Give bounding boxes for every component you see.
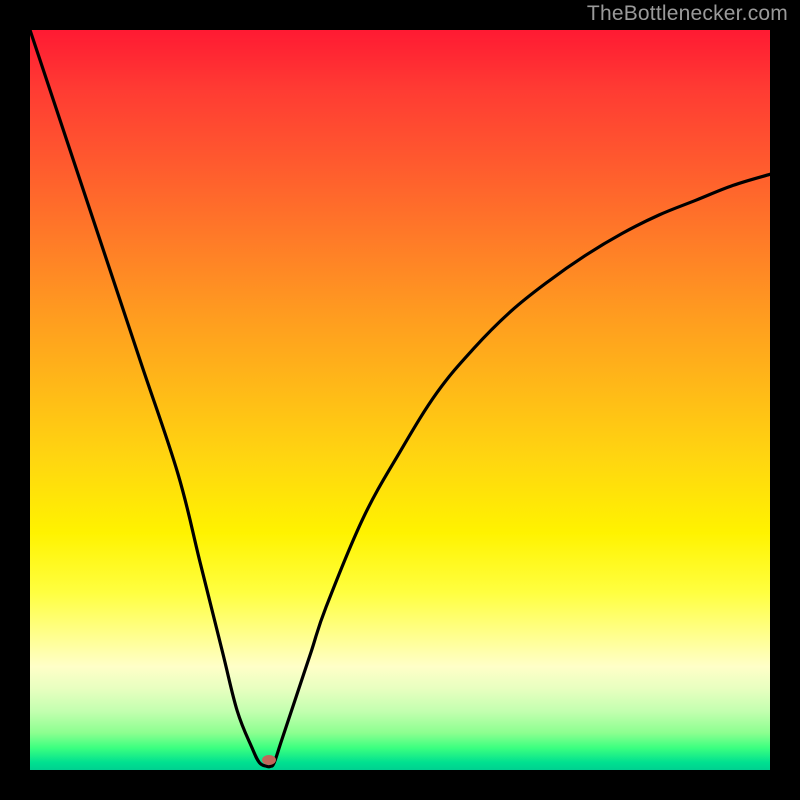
optimal-point-marker <box>262 755 276 765</box>
chart-frame: TheBottlenecker.com <box>0 0 800 800</box>
watermark-text: TheBottlenecker.com <box>587 2 788 26</box>
plot-background <box>30 30 770 770</box>
